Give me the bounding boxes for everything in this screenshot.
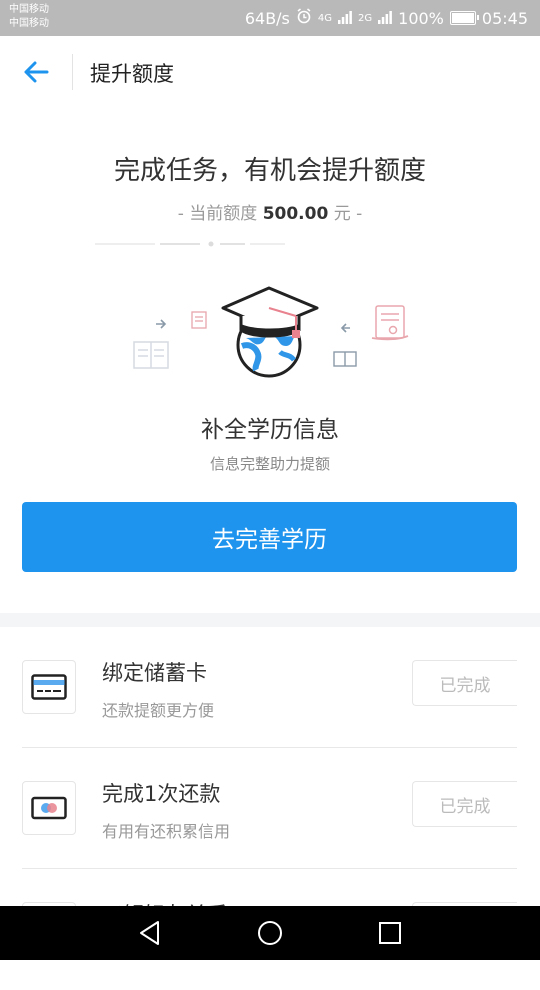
signal-1-label: 4G <box>317 12 333 24</box>
nav-recents-button[interactable] <box>360 906 420 960</box>
repayment-icon <box>22 781 76 835</box>
graduation-cap-globe-illustration <box>133 286 409 378</box>
signal-2-label: 2G <box>358 12 373 24</box>
task-name: 完成1次还款 <box>102 782 221 806</box>
current-quota: - 当前额度 500.00 元 - <box>0 199 540 224</box>
nav-recents-icon <box>379 922 401 944</box>
nav-home-icon <box>258 921 282 945</box>
battery-percent: 100% <box>398 8 444 28</box>
nav-back-button[interactable] <box>120 906 180 960</box>
current-task-title: 补全学历信息 <box>201 417 339 443</box>
signal-2-icon <box>378 9 393 28</box>
back-button[interactable] <box>18 55 54 89</box>
task-desc: 有用有还积累信用 <box>102 822 231 841</box>
nav-home-button[interactable] <box>240 906 300 960</box>
nav-back-icon <box>140 921 159 945</box>
quota-amount: 500.00 <box>262 204 329 224</box>
page-title: 提升额度 <box>90 62 174 86</box>
task-status-button[interactable]: 已完成 <box>412 781 517 827</box>
carrier-1: 中国移动 <box>9 4 49 15</box>
arrow-left-icon <box>24 61 49 83</box>
quota-suffix: 元 - <box>333 204 363 224</box>
carrier-2: 中国移动 <box>9 18 49 29</box>
signal-1-icon <box>338 9 352 28</box>
battery-icon <box>449 11 479 25</box>
list-item[interactable]: 完成1次还款 有用有还积累信用 已完成 <box>0 748 540 869</box>
status-bar: 中国移动 中国移动 64B/s 4G 2G 100% 05:45 <box>0 0 540 36</box>
header-divider <box>72 54 73 90</box>
task-desc: 还款提额更方便 <box>102 701 215 720</box>
section-gap <box>0 613 540 627</box>
headline: 完成任务，有机会提升额度 <box>113 156 426 186</box>
network-speed: 64B/s <box>244 8 290 28</box>
system-nav-bar <box>0 906 540 960</box>
task-status-button[interactable]: 已完成 <box>412 660 517 706</box>
status-right: 64B/s 4G 2G 100% 05:45 <box>245 0 528 36</box>
current-task-subtitle: 信息完整助力提额 <box>209 455 330 473</box>
clock: 05:45 <box>481 8 528 28</box>
battery-fill <box>451 13 474 23</box>
app-header: 提升额度 <box>0 36 540 108</box>
complete-education-button[interactable]: 去完善学历 <box>22 502 517 572</box>
list-item[interactable]: 绑定储蓄卡 还款提额更方便 已完成 <box>0 627 540 748</box>
carrier-names: 中国移动 中国移动 <box>9 3 49 31</box>
alarm-icon <box>296 8 312 28</box>
quota-prefix: - 当前额度 <box>177 204 258 224</box>
decorative-dotted-line <box>95 241 285 247</box>
bank-card-icon <box>22 660 76 714</box>
task-name: 绑定储蓄卡 <box>102 661 207 685</box>
